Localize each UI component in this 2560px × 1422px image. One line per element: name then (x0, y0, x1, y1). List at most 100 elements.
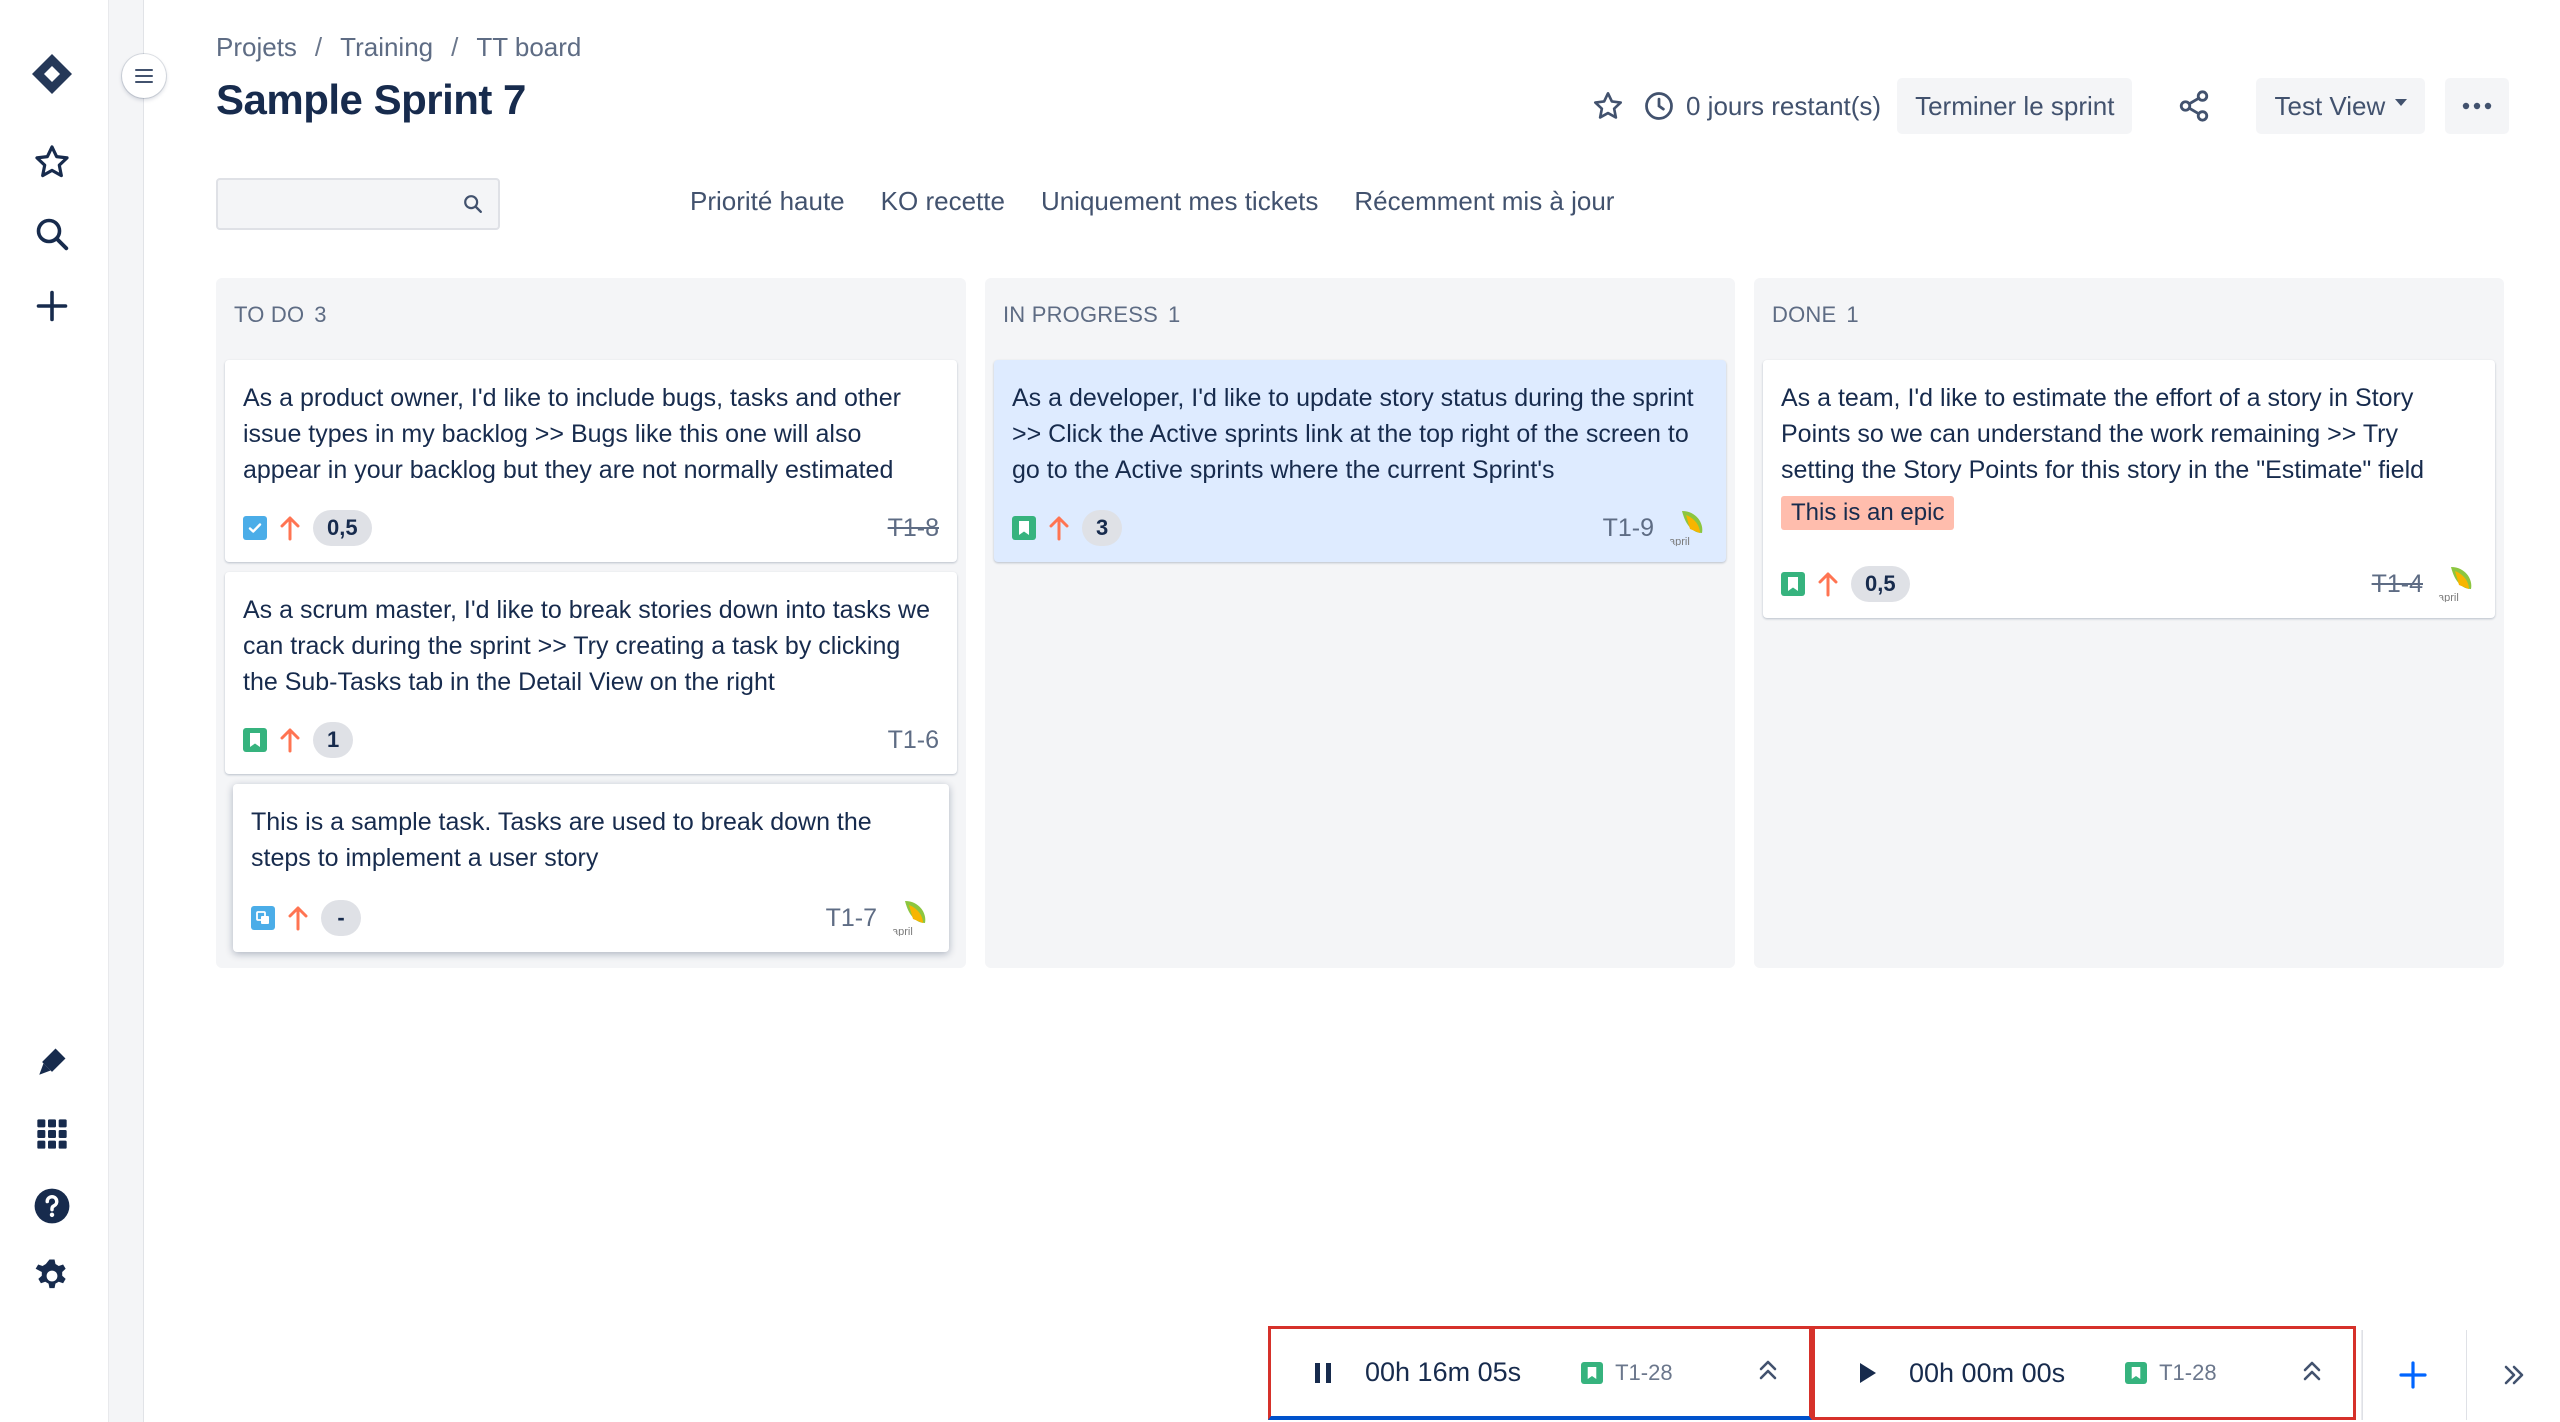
column-todo: TO DO 3 As a product owner, I'd like to i… (216, 278, 966, 968)
page-title: Sample Sprint 7 (216, 76, 526, 123)
story-bookmark-icon (1012, 516, 1036, 540)
issue-summary: As a developer, I'd like to update story… (1012, 384, 1694, 484)
days-remaining: 0 jours restant(s) (1644, 91, 1881, 122)
notifications-icon[interactable] (30, 1040, 74, 1084)
task-checkbox-icon (243, 516, 267, 540)
column-title: TO DO (234, 302, 305, 327)
quick-filters: Priorité haute KO recette Uniquement mes… (672, 186, 1632, 217)
timer-elapsed: 00h 00m 00s (1909, 1357, 2066, 1388)
more-actions-button[interactable] (2445, 78, 2510, 134)
april-logo-icon: april (2438, 567, 2472, 604)
sidebar-gutter (108, 0, 144, 1422)
timer-issue-key: T1-28 (2159, 1360, 2217, 1385)
quick-filter-high-priority[interactable]: Priorité haute (672, 186, 863, 217)
global-sidebar (0, 0, 108, 1422)
play-button[interactable] (1853, 1359, 1881, 1387)
column-in-progress: IN PROGRESS 1 As a developer, I'd like to… (985, 278, 1735, 968)
svg-text:april: april (2438, 592, 2459, 604)
story-points-badge: 1 (313, 722, 354, 758)
search-input[interactable] (218, 180, 448, 228)
breadcrumb-separator: / (451, 32, 459, 62)
timer-issue[interactable]: T1-28 (1581, 1359, 1673, 1386)
svg-text:april: april (1669, 536, 1690, 548)
story-points-badge: 0,5 (313, 510, 372, 546)
subtask-icon (251, 906, 275, 930)
assignee-avatar[interactable]: april (2435, 563, 2477, 605)
breadcrumb-board[interactable]: TT board (476, 32, 581, 63)
quick-filter-ko-recette[interactable]: KO recette (863, 186, 1023, 217)
search-icon (464, 195, 482, 213)
issue-summary: As a team, I'd like to estimate the effo… (1781, 384, 2425, 484)
star-icon[interactable] (30, 140, 74, 184)
add-timer-button[interactable] (2362, 1330, 2462, 1420)
priority-high-icon (279, 514, 301, 542)
search-icon[interactable] (30, 212, 74, 256)
column-count: 1 (1168, 302, 1181, 327)
clock-icon (1645, 92, 1673, 120)
issue-summary: This is a sample task. Tasks are used to… (251, 808, 872, 872)
story-bookmark-icon (1581, 1361, 1604, 1384)
issue-meta: 0,5 T1-8 (243, 508, 939, 548)
timer-issue[interactable]: T1-28 (2125, 1360, 2217, 1386)
priority-high-icon (1817, 570, 1839, 598)
breadcrumb-projects[interactable]: Projets (216, 32, 297, 63)
issue-card[interactable]: As a developer, I'd like to update story… (994, 360, 1726, 562)
jira-logo-icon[interactable] (30, 52, 74, 96)
column-done: DONE 1 As a team, I'd like to estimate th… (1754, 278, 2504, 968)
star-sprint-button[interactable] (1580, 78, 1636, 134)
column-header: TO DO 3 (234, 302, 327, 328)
issue-card[interactable]: As a team, I'd like to estimate the effo… (1763, 360, 2495, 618)
create-plus-icon[interactable] (30, 284, 74, 328)
issue-key[interactable]: T1-8 (888, 514, 939, 543)
settings-gear-icon[interactable] (30, 1254, 74, 1298)
expand-timer-button[interactable] (1757, 1358, 1779, 1387)
issue-meta: 3 T1-9 april (1012, 507, 1708, 549)
plus-icon (2398, 1361, 2427, 1389)
issue-meta: 0,5 T1-4 april (1781, 563, 2477, 605)
column-title: IN PROGRESS (1003, 302, 1159, 327)
svg-text:april: april (892, 926, 913, 938)
breadcrumb-training[interactable]: Training (340, 32, 433, 63)
pause-button[interactable] (1309, 1359, 1337, 1387)
end-sprint-button[interactable]: Terminer le sprint (1897, 78, 2133, 134)
assignee-avatar[interactable]: april (1666, 507, 1708, 549)
pause-icon (1315, 1362, 1331, 1383)
issue-key[interactable]: T1-7 (826, 904, 877, 933)
breadcrumb-separator: / (314, 32, 323, 62)
collapse-timers-button[interactable] (2466, 1330, 2560, 1420)
apps-grid-icon[interactable] (30, 1112, 74, 1156)
timer-issue-key: T1-28 (1615, 1359, 1673, 1385)
issue-card[interactable]: This is a sample task. Tasks are used to… (233, 784, 949, 952)
story-bookmark-icon (243, 728, 267, 752)
issue-meta: - T1-7 april (251, 897, 931, 939)
story-points-badge: - (321, 900, 361, 936)
share-button[interactable] (2166, 78, 2222, 134)
column-header: IN PROGRESS 1 (1003, 302, 1180, 328)
help-icon[interactable] (30, 1184, 74, 1228)
assignee-avatar[interactable]: april (889, 897, 931, 939)
priority-high-icon (279, 726, 301, 754)
expand-timer-button[interactable] (2301, 1359, 2323, 1388)
quick-filter-recently-updated[interactable]: Récemment mis à jour (1336, 186, 1632, 217)
epic-badge[interactable]: This is an epic (1781, 496, 1955, 530)
story-bookmark-icon (2125, 1362, 2148, 1384)
issue-card[interactable]: As a scrum master, I'd like to break sto… (225, 572, 957, 774)
play-icon (1860, 1363, 1876, 1383)
star-outline-icon (1594, 92, 1622, 119)
view-select-button[interactable]: Test View (2256, 78, 2426, 134)
issue-key[interactable]: T1-6 (888, 726, 939, 755)
sidebar-toggle-button[interactable] (122, 54, 166, 98)
issue-card[interactable]: As a product owner, I'd like to include … (225, 360, 957, 562)
column-title: DONE (1772, 302, 1837, 327)
days-remaining-text: 0 jours restant(s) (1686, 90, 1882, 121)
issue-meta: 1 T1-6 (243, 720, 939, 760)
double-chevron-up-icon (2303, 1361, 2321, 1380)
issue-key[interactable]: T1-9 (1603, 514, 1654, 543)
issue-key[interactable]: T1-4 (2372, 570, 2423, 599)
priority-high-icon (287, 904, 309, 932)
story-points-badge: 3 (1082, 510, 1123, 546)
story-bookmark-icon (1781, 572, 1805, 596)
menu-lines-icon (135, 69, 153, 83)
column-header: DONE 1 (1772, 302, 1859, 328)
quick-filter-my-issues[interactable]: Uniquement mes tickets (1023, 186, 1336, 217)
